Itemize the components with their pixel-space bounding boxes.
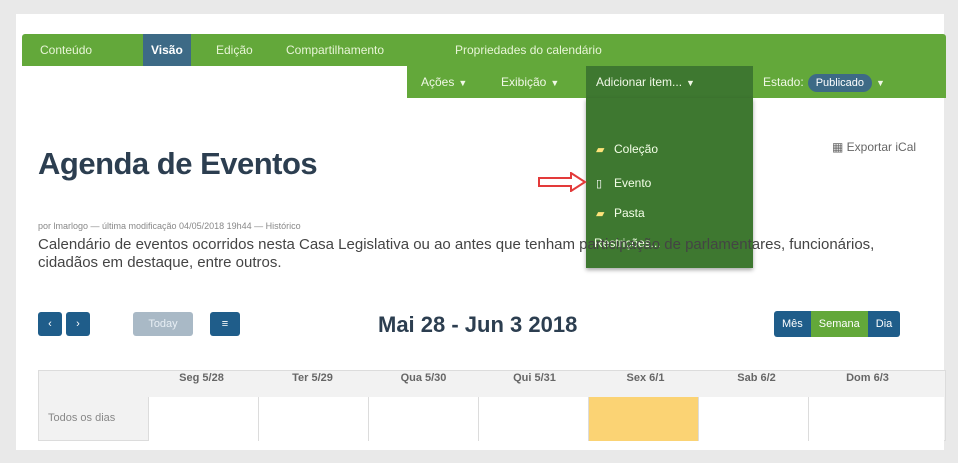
view-week-button[interactable]: Semana xyxy=(810,311,868,337)
estado-menu[interactable]: Estado: Publicado ▼ xyxy=(763,66,885,98)
menu-item-pasta[interactable]: ▰ Pasta xyxy=(596,206,645,220)
tab-edicao[interactable]: Edição xyxy=(208,34,261,66)
status-badge: Publicado xyxy=(807,74,873,92)
day-cell[interactable] xyxy=(478,397,588,441)
page-description: Calendário de eventos ocorridos nesta Ca… xyxy=(38,236,875,271)
adicionar-item-menu[interactable]: Adicionar item... ▼ xyxy=(586,66,753,98)
day-header: Seg 5/28 xyxy=(179,372,224,384)
day-cell-today[interactable] xyxy=(588,397,698,441)
tab-visao[interactable]: Visão xyxy=(143,34,191,66)
chevron-down-icon: ▼ xyxy=(876,78,885,88)
next-button[interactable]: › xyxy=(66,312,90,336)
tab-propriedades[interactable]: Propriedades do calendário xyxy=(447,34,610,66)
day-header: Sex 6/1 xyxy=(626,372,665,384)
day-cell[interactable] xyxy=(698,397,808,441)
day-header: Ter 5/29 xyxy=(292,372,333,384)
chevron-down-icon: ▼ xyxy=(458,78,468,88)
list-button[interactable]: ≡ xyxy=(210,312,240,336)
export-ical-link[interactable]: ▦ Exportar iCal xyxy=(832,140,916,154)
view-switcher: Mês Semana Dia xyxy=(774,311,901,337)
menu-item-colecao[interactable]: ▰ Coleção xyxy=(596,142,658,156)
folder-icon: ▰ xyxy=(596,144,605,156)
page-title: Agenda de Eventos xyxy=(38,146,318,181)
menu-item-evento[interactable]: ▯ Evento xyxy=(596,176,651,190)
exibicao-menu[interactable]: Exibição ▼ xyxy=(501,66,559,98)
day-header: Qua 5/30 xyxy=(400,372,447,384)
day-header: Qui 5/31 xyxy=(513,372,556,384)
byline: por lmarlogo — última modificação 04/05/… xyxy=(38,221,301,231)
day-cell[interactable] xyxy=(148,397,258,441)
view-day-button[interactable]: Dia xyxy=(867,311,901,337)
file-icon: ▯ xyxy=(596,178,603,190)
folder-icon: ▰ xyxy=(596,208,605,220)
chevron-down-icon: ▼ xyxy=(550,78,560,88)
date-range: Mai 28 - Jun 3 2018 xyxy=(378,312,578,337)
acoes-menu[interactable]: Ações ▼ xyxy=(421,66,467,98)
tab-compartilhamento[interactable]: Compartilhamento xyxy=(278,34,392,66)
day-header: Dom 6/3 xyxy=(846,372,889,384)
action-bar: Ações ▼ Exibição ▼ Adicionar item... ▼ Esta… xyxy=(407,66,946,98)
prev-button[interactable]: ‹ xyxy=(38,312,62,336)
today-button[interactable]: Today xyxy=(133,312,193,336)
tab-conteudo[interactable]: Conteúdo xyxy=(32,34,100,66)
day-cell[interactable] xyxy=(368,397,478,441)
top-tab-bar: Conteúdo Visão Edição Compartilhamento P… xyxy=(22,34,946,66)
all-day-label: Todos os dias xyxy=(48,412,116,424)
view-month-button[interactable]: Mês xyxy=(774,311,811,337)
day-cell[interactable] xyxy=(258,397,368,441)
calendar-icon: ▦ xyxy=(832,140,847,154)
day-header: Sab 6/2 xyxy=(737,372,776,384)
day-cell[interactable] xyxy=(808,397,944,441)
arrow-right-icon xyxy=(538,172,587,192)
chevron-down-icon: ▼ xyxy=(686,78,695,88)
